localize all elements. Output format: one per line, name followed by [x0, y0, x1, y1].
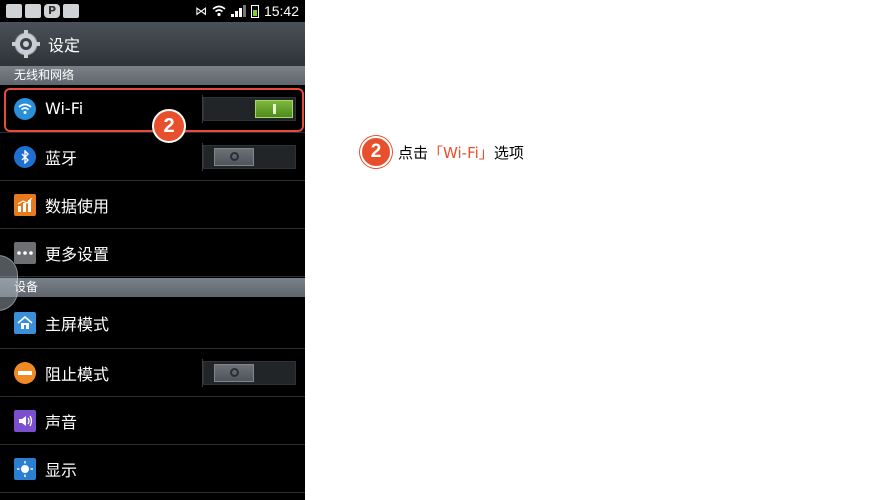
instruction-target: 「Wi-Fi」 — [428, 143, 494, 162]
setting-row-data-usage[interactable]: 数据使用 — [0, 181, 305, 229]
gear-icon — [12, 30, 40, 58]
step-badge-instruction: 2 — [360, 136, 392, 168]
block-mode-toggle[interactable] — [202, 359, 296, 387]
instruction-text: 点击「Wi-Fi」选项 — [398, 142, 524, 163]
setting-label-more: 更多设置 — [45, 244, 110, 264]
setting-row-display[interactable]: 显示 — [0, 445, 305, 493]
tutorial-canvas: P ⋈ 15:42 设定 无线和网络 Wi-Fi 蓝牙 数据使用 更多设置 设备… — [0, 0, 890, 500]
setting-label-sound: 声音 — [45, 412, 78, 432]
phone-screen: P ⋈ 15:42 设定 无线和网络 Wi-Fi 蓝牙 数据使用 更多设置 设备… — [0, 0, 305, 500]
wifi-status-icon — [212, 5, 226, 17]
setting-row-more[interactable]: 更多设置 — [0, 229, 305, 277]
status-bar: P ⋈ 15:42 — [0, 0, 305, 22]
setting-row-sound[interactable]: 声音 — [0, 397, 305, 445]
section-header-wireless: 无线和网络 — [0, 66, 305, 85]
setting-label-display: 显示 — [45, 460, 78, 480]
more-icon — [14, 241, 36, 264]
sound-icon — [14, 409, 36, 432]
setting-row-block-mode[interactable]: 阻止模式 — [0, 349, 305, 397]
battery-icon — [250, 4, 259, 18]
setting-row-bluetooth[interactable]: 蓝牙 — [0, 133, 305, 181]
block-icon — [14, 361, 36, 384]
instruction-prefix: 点击 — [398, 143, 429, 162]
instruction-suffix: 选项 — [493, 143, 524, 162]
signal-icon — [230, 5, 246, 17]
status-time: 15:42 — [263, 3, 299, 19]
title-bar: 设定 — [0, 22, 305, 66]
bluetooth-icon — [14, 145, 36, 168]
phone-icon — [6, 4, 22, 18]
data-usage-icon — [14, 193, 36, 216]
image-icon — [25, 4, 41, 18]
p-icon: P — [44, 4, 60, 18]
bluetooth-toggle[interactable] — [202, 143, 296, 171]
display-icon — [14, 457, 36, 480]
setting-label-bluetooth: 蓝牙 — [45, 148, 78, 168]
setting-row-home-mode[interactable]: 主屏模式 — [0, 297, 305, 349]
setting-label-data-usage: 数据使用 — [45, 196, 110, 216]
setting-label-home-mode: 主屏模式 — [45, 314, 110, 334]
page-title: 设定 — [48, 36, 81, 55]
step-badge-phone: 2 — [152, 109, 186, 143]
instruction-callout: 2 点击「Wi-Fi」选项 — [360, 136, 524, 168]
vibrate-icon: ⋈ — [194, 4, 207, 18]
section-header-device: 设备 — [0, 278, 305, 297]
home-icon — [14, 311, 36, 334]
sim-icon — [63, 4, 79, 18]
setting-label-block-mode: 阻止模式 — [45, 364, 110, 384]
